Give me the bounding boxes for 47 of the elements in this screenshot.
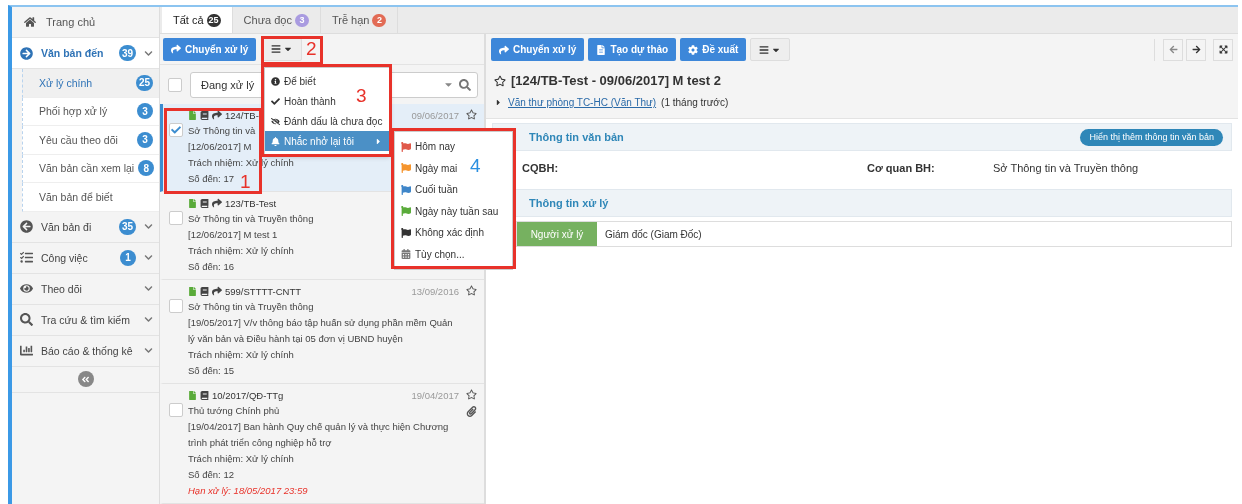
count-badge: 1 — [120, 249, 136, 266]
document-title: [124/TB-Test - 09/06/2017] M test 2 — [511, 73, 721, 88]
count-badge: 25 — [135, 74, 153, 91]
arrival-number: Số đến: 15 — [188, 364, 234, 378]
deadline-text: Hạn xử lý: 18/05/2017 23:59 — [188, 484, 308, 498]
responsibility-text: Trách nhiệm: Xử lý chính — [188, 244, 294, 258]
document-date: 09/06/2017 — [411, 109, 459, 121]
count-badge: 3 — [137, 131, 153, 148]
document-date: 13/09/2016 — [411, 285, 459, 297]
subject-text: [12/06/2017] M — [188, 140, 252, 154]
document-number: 10/2017/QĐ-TTg — [212, 389, 284, 401]
count-badge: 25 — [206, 13, 221, 27]
responsibility-text: Trách nhiệm: Xử lý chính — [188, 348, 294, 362]
responsibility-text: Trách nhiệm: Xử lý chính — [188, 452, 294, 466]
annotation-number: 2 — [306, 39, 317, 59]
document-number: 124/TB- — [225, 109, 259, 121]
count-badge: 3 — [137, 103, 153, 120]
subject-text: [19/05/2017] V/v thông báo tập huấn sử dụng phần mềm Quản lý văn bản và Điều hành tại 05 đơn vị UBND huyện — [188, 316, 454, 346]
document-date: 19/04/2017 — [411, 389, 459, 401]
field-label: CQBH: — [522, 162, 560, 174]
count-badge: 35 — [118, 218, 136, 235]
subject-text: [19/04/2017] Ban hành Quy chế quản lý và thực hiện Chương trình phát triển công nghiệp hỗ trợ — [188, 420, 450, 450]
count-badge: 8 — [138, 160, 155, 177]
annotation-number: 3 — [356, 86, 367, 106]
sender-time: (1 tháng trước) — [661, 97, 729, 108]
annotation-number: 1 — [240, 172, 251, 192]
handler-value: Giám đốc (Giam Đốc) — [604, 227, 702, 242]
count-badge: 39 — [118, 45, 136, 61]
handler-label: Người xử lý — [517, 222, 597, 246]
document-number: 599/STTTT-CNTT — [225, 285, 301, 297]
field-label: Cơ quan BH: — [867, 162, 936, 174]
count-badge: 3 — [294, 13, 309, 27]
subject-text: [12/06/2017] M test 1 — [188, 228, 278, 242]
document-number: 123/TB-Test — [225, 197, 277, 209]
arrival-number: Số đến: 17 — [188, 172, 234, 186]
section-title: Thông tin xử lý — [529, 197, 609, 209]
count-badge: 2 — [372, 13, 387, 27]
field-value: Sở Thông tin và Truyền thông — [993, 162, 1139, 174]
sender-text: Thủ tướng Chính phủ — [188, 404, 280, 418]
responsibility-text: Trách nhiệm: Xử lý chính — [188, 156, 294, 170]
sender-text: Sở Thông tin và Truyền thông — [188, 212, 314, 226]
arrival-number: Số đến: 16 — [188, 260, 234, 274]
arrival-number: Số đến: 12 — [188, 468, 234, 482]
sender-text: Sở Thông tin và — [188, 124, 256, 138]
annotation-number: 4 — [470, 156, 481, 176]
sender-text: Sở Thông tin và Truyền thông — [188, 300, 314, 314]
section-title: Thông tin văn bản — [529, 131, 624, 143]
